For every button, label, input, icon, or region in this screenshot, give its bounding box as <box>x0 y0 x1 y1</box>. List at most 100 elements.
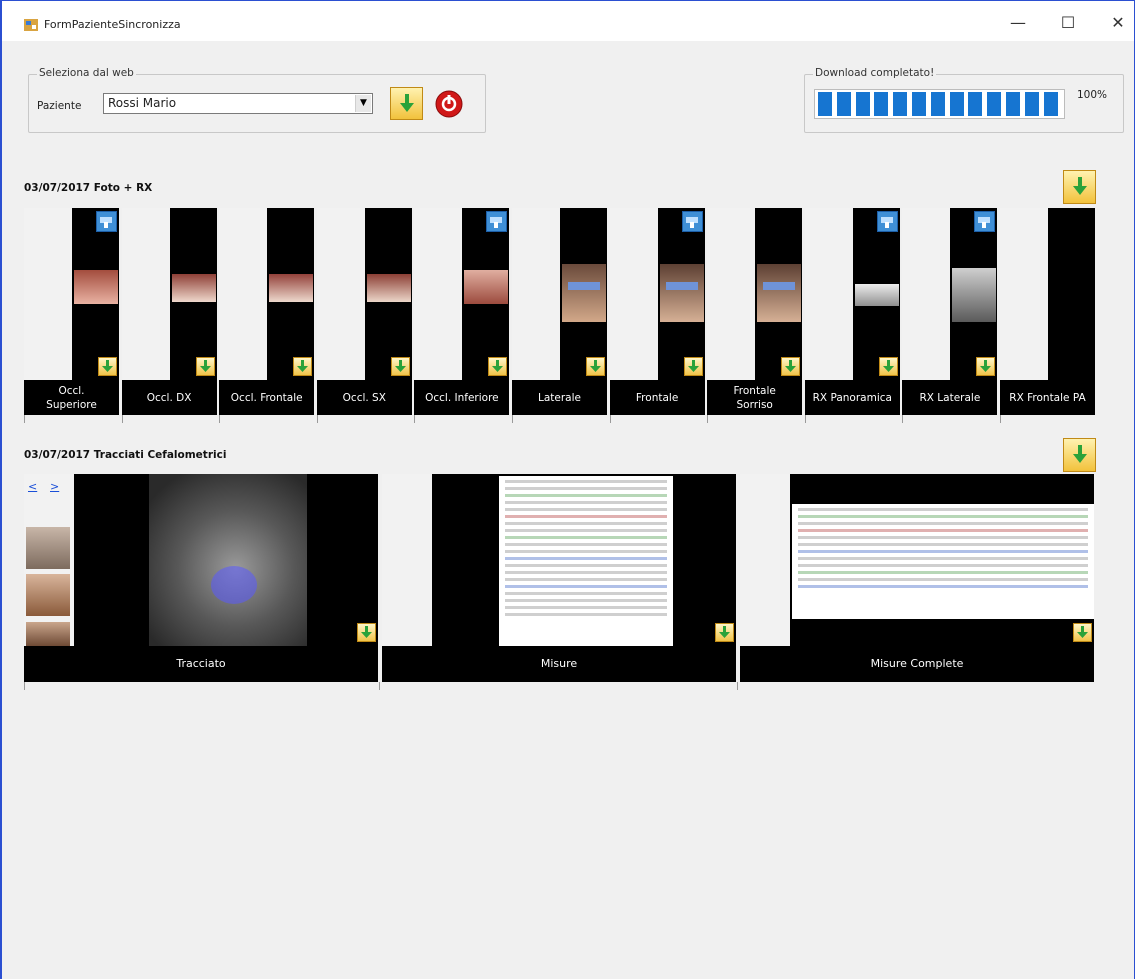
dental-photo <box>171 274 216 302</box>
thumbnail-download-icon[interactable] <box>586 357 605 376</box>
misure-card[interactable]: Misure <box>382 474 736 682</box>
foto-rx-thumbnail-9[interactable]: RX Panoramica <box>804 208 900 415</box>
misure-complete-side-panel <box>740 474 790 646</box>
divider-tick <box>121 415 123 423</box>
progress-segment <box>987 92 1002 116</box>
paziente-select[interactable]: Rossi Mario ▼ <box>103 93 373 114</box>
cloud-sync-icon[interactable] <box>681 211 703 232</box>
download-percent: 100% <box>1077 89 1108 101</box>
thumbnail-caption: Occl. DX <box>146 391 192 404</box>
cloud-sync-icon[interactable] <box>974 211 996 232</box>
misure-complete-caption: Misure Complete <box>870 657 964 670</box>
thumbnail-caption: Occl. Superiore <box>46 384 97 411</box>
progress-segment <box>855 92 870 116</box>
foto-rx-thumbnail-10[interactable]: RX Laterale <box>902 208 998 415</box>
thumbnail-placeholder <box>316 208 365 380</box>
divider-tick <box>219 415 221 423</box>
thumbnail-caption: Frontale <box>635 391 679 404</box>
minimize-button[interactable]: — <box>995 9 1041 37</box>
download-arrow-icon <box>1072 445 1087 463</box>
thumbnail-caption: RX Frontale PA <box>1009 391 1086 404</box>
progress-segment <box>912 92 926 116</box>
thumbnail-download-icon[interactable] <box>390 357 410 376</box>
thumbnail-download-icon[interactable] <box>488 357 508 376</box>
tracciato-download-icon[interactable] <box>357 623 376 642</box>
thumbnail-download-icon[interactable] <box>195 357 215 376</box>
close-button[interactable]: ✕ <box>1095 9 1134 37</box>
cloud-sync-icon[interactable] <box>96 211 117 232</box>
divider-tick <box>707 415 709 423</box>
misure-download-icon[interactable] <box>715 623 734 642</box>
thumbnail-download-icon[interactable] <box>976 357 996 376</box>
progress-segment <box>818 92 832 116</box>
thumbnail-placeholder <box>902 208 951 380</box>
foto-rx-thumbnail-11[interactable]: RX Frontale PA <box>1000 208 1095 415</box>
nav-next-link[interactable]: > <box>50 480 59 493</box>
divider-tick <box>316 415 318 423</box>
foto-rx-thumbnail-8[interactable]: Frontale Sorriso <box>707 208 803 415</box>
thumbnail-caption: RX Panoramica <box>812 391 892 404</box>
foto-rx-thumbnail-4[interactable]: Occl. SX <box>316 208 412 415</box>
thumbnail-2[interactable] <box>26 574 70 616</box>
paziente-select-value: Rossi Mario <box>108 96 177 110</box>
divider-tick <box>609 415 611 423</box>
misure-complete-document-image <box>792 504 1094 619</box>
cloud-sync-icon[interactable] <box>486 211 508 232</box>
foto-rx-thumbnail-7[interactable]: Frontale <box>609 208 705 415</box>
foto-rx-thumbnail-1[interactable]: Occl. Superiore <box>24 208 119 415</box>
download-arrow-icon <box>1072 177 1087 195</box>
maximize-button[interactable]: ☐ <box>1045 9 1091 37</box>
thumbnail-placeholder <box>24 208 72 380</box>
thumbnail-download-icon[interactable] <box>293 357 313 376</box>
thumbnail-placeholder <box>804 208 853 380</box>
section-foto-rx-download-button[interactable] <box>1063 170 1096 204</box>
thumbnail-download-icon[interactable] <box>683 357 703 376</box>
divider-tick <box>512 415 513 423</box>
foto-rx-thumbnail-3[interactable]: Occl. Frontale <box>219 208 315 415</box>
privacy-bar <box>665 282 698 290</box>
xray-image <box>854 284 899 306</box>
thumbnail-download-icon[interactable] <box>781 357 801 376</box>
face-photo <box>659 264 704 322</box>
progress-segment <box>949 92 964 116</box>
stop-button[interactable] <box>433 88 465 120</box>
misure-document-image <box>499 476 673 646</box>
xray-image <box>952 268 997 322</box>
tracciato-card[interactable]: < > Tracciato <box>24 474 378 682</box>
progress-segment <box>893 92 908 116</box>
section-tracciati-download-button[interactable] <box>1063 438 1096 472</box>
thumbnail-caption: Laterale <box>538 391 581 404</box>
misure-side-panel <box>382 474 432 646</box>
download-group: Download completato! 100% <box>804 67 1124 133</box>
thumbnail-caption: Occl. Inferiore <box>425 391 499 404</box>
foto-rx-thumbnail-2[interactable]: Occl. DX <box>121 208 217 415</box>
divider-tick <box>902 415 904 423</box>
divider-tick <box>1000 415 1001 423</box>
thumbnail-3[interactable] <box>26 622 70 646</box>
download-arrow-icon <box>399 93 414 112</box>
misure-complete-download-icon[interactable] <box>1073 623 1092 642</box>
divider-tick <box>379 682 380 690</box>
thumbnail-download-icon[interactable] <box>98 357 117 376</box>
thumbnail-placeholder <box>707 208 756 380</box>
foto-rx-thumbnail-6[interactable]: Laterale <box>512 208 607 415</box>
app-icon <box>24 19 38 31</box>
thumbnail-placeholder <box>121 208 170 380</box>
dental-photo <box>464 270 509 304</box>
section-foto-rx-title: 03/07/2017 Foto + RX <box>24 182 153 194</box>
download-button[interactable] <box>390 87 423 120</box>
thumbnail-1[interactable] <box>26 527 70 569</box>
tracciato-caption: Tracciato <box>176 657 226 670</box>
nav-prev-link[interactable]: < <box>28 480 37 493</box>
progress-segment <box>930 92 945 116</box>
foto-rx-thumbnail-5[interactable]: Occl. Inferiore <box>414 208 510 415</box>
thumbnail-caption: Occl. SX <box>342 391 386 404</box>
chevron-down-icon[interactable]: ▼ <box>355 95 371 112</box>
thumbnail-caption: RX Laterale <box>919 391 981 404</box>
progress-segment <box>1006 92 1020 116</box>
thumbnail-download-icon[interactable] <box>878 357 898 376</box>
progress-segment <box>1024 92 1039 116</box>
cloud-sync-icon[interactable] <box>876 211 898 232</box>
misure-complete-card[interactable]: Misure Complete <box>740 474 1094 682</box>
progress-segment <box>968 92 983 116</box>
